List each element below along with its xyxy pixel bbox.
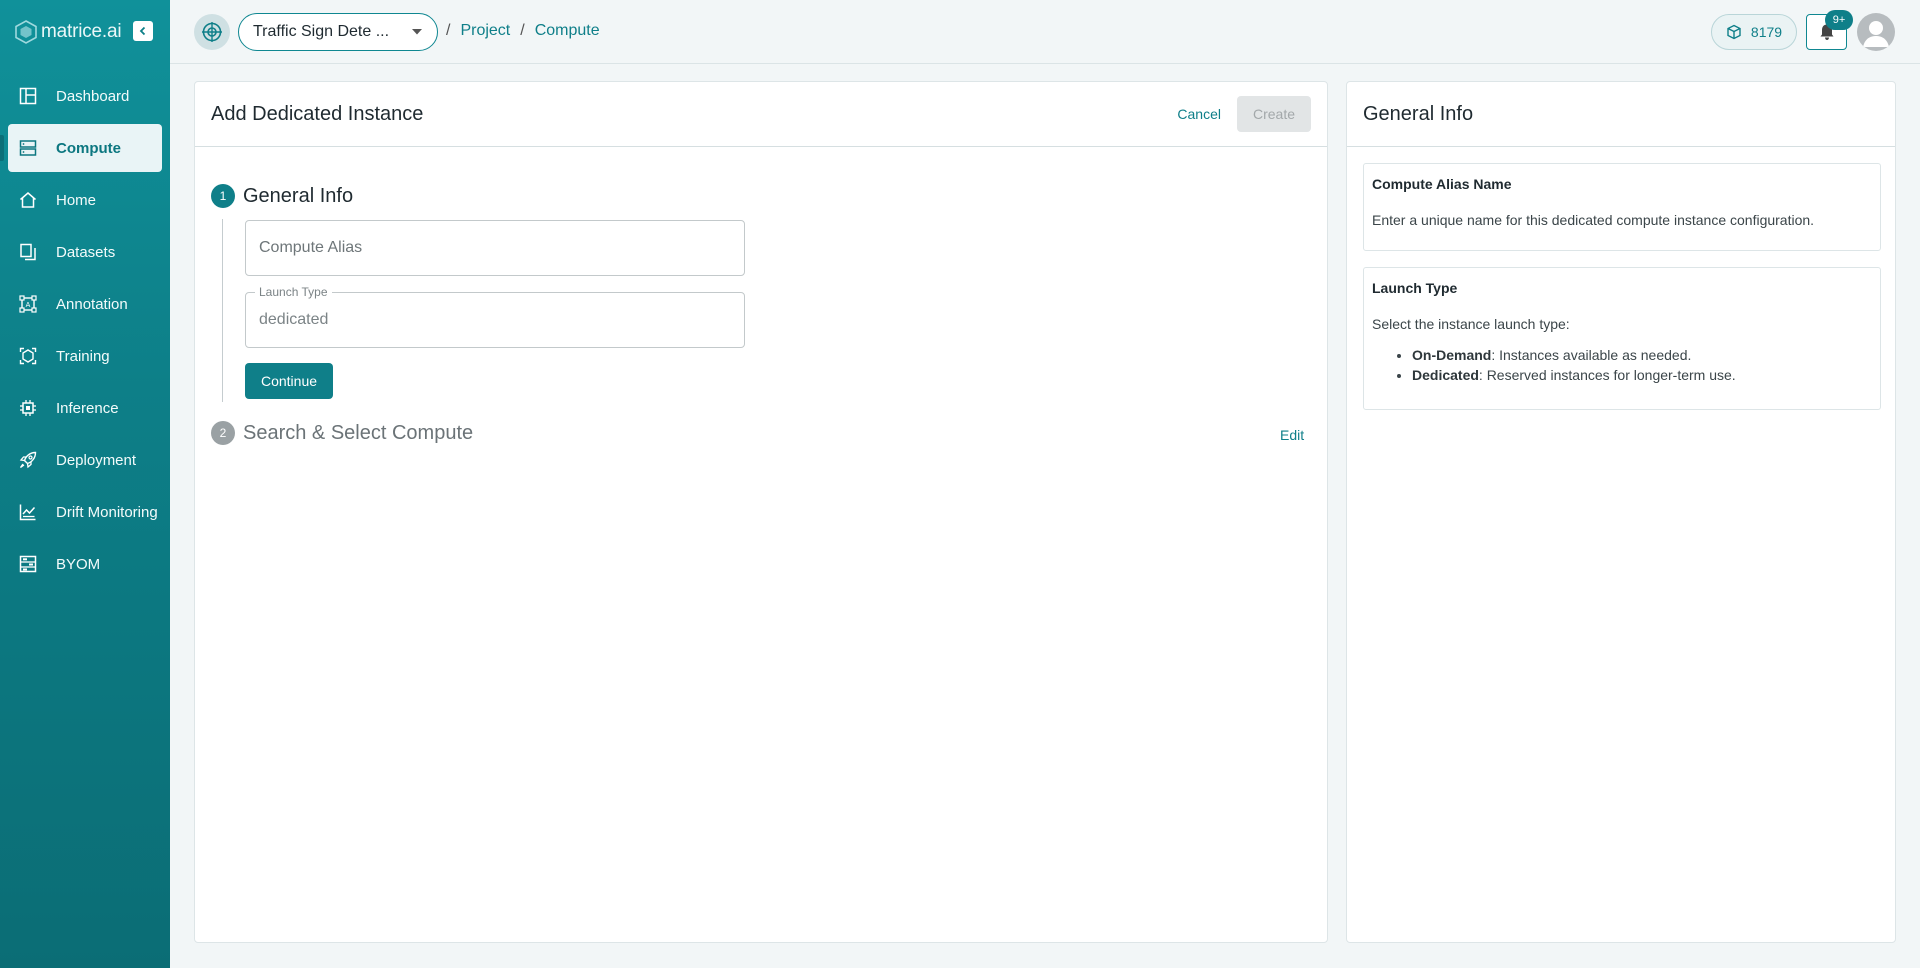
user-avatar[interactable]	[1857, 13, 1895, 51]
sidebar-item-label: Annotation	[56, 295, 128, 313]
cube-icon	[1727, 24, 1741, 40]
breadcrumb-project[interactable]: Project	[460, 22, 510, 40]
user-icon	[1863, 21, 1889, 47]
sidebar-item-label: Compute	[56, 139, 121, 157]
brand-name: matrice.ai	[41, 21, 122, 42]
sidebar-item-training[interactable]: Training	[8, 332, 162, 380]
help-title: Launch Type	[1372, 280, 1458, 296]
notifications-badge: 9+	[1825, 10, 1853, 30]
launch-type-field[interactable]: Launch Type	[245, 285, 745, 348]
list-item: Dedicated: Reserved instances for longer…	[1412, 365, 1872, 385]
sidebar-item-label: Dashboard	[56, 87, 130, 105]
chevron-left-icon	[139, 26, 146, 36]
caret-down-icon	[412, 29, 422, 35]
cancel-button[interactable]: Cancel	[1177, 106, 1221, 122]
continue-button[interactable]: Continue	[245, 363, 333, 399]
launch-type-label: Launch Type	[255, 285, 332, 299]
step-number: 2	[211, 421, 235, 445]
step-general-info: 1 General Info	[211, 184, 353, 208]
breadcrumb-separator: /	[520, 22, 525, 39]
step-search-select-compute[interactable]: 2 Search & Select Compute	[211, 421, 473, 445]
compute-alias-help: Compute Alias Name Enter a unique name f…	[1363, 163, 1881, 251]
sidebar-item-datasets[interactable]: Datasets	[8, 228, 162, 276]
matrice-logo-icon	[15, 20, 37, 44]
inference-icon	[18, 398, 38, 418]
sidebar-item-label: BYOM	[56, 555, 101, 573]
byom-icon	[18, 554, 38, 574]
sidebar-item-label: Datasets	[56, 243, 116, 261]
sidebar-item-dashboard[interactable]: Dashboard	[8, 72, 162, 120]
datasets-icon	[18, 242, 38, 262]
sidebar-item-compute[interactable]: Compute	[0, 124, 162, 172]
edit-step-button[interactable]: Edit	[1280, 427, 1304, 443]
breadcrumb-separator: /	[446, 22, 451, 39]
deployment-icon	[18, 450, 38, 470]
sidebar-item-drift-monitoring[interactable]: Drift Monitoring	[8, 488, 162, 536]
compute-icon	[18, 138, 38, 158]
step-connector	[222, 219, 223, 402]
sidebar-item-inference[interactable]: Inference	[8, 384, 162, 432]
panel-title: General Info	[1363, 102, 1474, 125]
compute-alias-input[interactable]	[246, 221, 744, 275]
breadcrumb-compute[interactable]: Compute	[535, 22, 600, 40]
launch-type-help: Launch Type Select the instance launch t…	[1363, 267, 1881, 410]
option-desc: : Reserved instances for longer-term use…	[1478, 367, 1736, 383]
help-title: Compute Alias Name	[1372, 176, 1512, 192]
sidebar-item-byom[interactable]: BYOM	[8, 540, 162, 588]
top-bar: Traffic Sign Dete ... / Project / Comput…	[170, 0, 1920, 64]
sidebar-item-deployment[interactable]: Deployment	[8, 436, 162, 484]
launch-type-input[interactable]	[246, 293, 744, 347]
breadcrumb: / Project / Compute	[446, 22, 600, 40]
project-icon	[202, 22, 222, 42]
create-button[interactable]: Create	[1237, 96, 1311, 132]
step-title: General Info	[243, 184, 354, 207]
list-item: On-Demand: Instances available as needed…	[1412, 345, 1872, 365]
launch-type-options: On-Demand: Instances available as needed…	[1372, 345, 1872, 385]
project-select-value: Traffic Sign Dete ...	[253, 23, 390, 40]
panel-header: General Info	[1347, 82, 1895, 147]
compute-alias-field[interactable]	[245, 220, 745, 276]
sidebar-item-home[interactable]: Home	[8, 176, 162, 224]
brand[interactable]: matrice.ai	[15, 18, 122, 46]
project-select[interactable]: Traffic Sign Dete ...	[238, 13, 438, 51]
training-icon	[18, 346, 38, 366]
card-header: Add Dedicated Instance Cancel Create	[195, 82, 1327, 147]
option-term: Dedicated	[1412, 367, 1479, 383]
step-number: 1	[211, 184, 235, 208]
sidebar-item-label: Home	[56, 191, 97, 209]
option-desc: : Instances available as needed.	[1491, 347, 1692, 363]
svg-text:A: A	[26, 302, 31, 309]
sidebar-item-annotation[interactable]: A Annotation	[8, 280, 162, 328]
drift-monitoring-icon	[18, 502, 38, 522]
credits-value: 8179	[1750, 24, 1783, 40]
general-info-panel: General Info Compute Alias Name Enter a …	[1346, 81, 1896, 943]
home-icon	[18, 190, 38, 210]
annotation-icon: A	[18, 294, 38, 314]
help-text: Select the instance launch type:	[1372, 316, 1570, 332]
add-instance-card: Add Dedicated Instance Cancel Create 1 G…	[194, 81, 1328, 943]
sidebar-nav: Dashboard Compute Home Datasets A Annota…	[0, 72, 170, 592]
sidebar: matrice.ai Dashboard Compute Home Datase…	[0, 0, 170, 968]
sidebar-item-label: Inference	[56, 399, 119, 417]
project-avatar[interactable]	[194, 14, 230, 50]
sidebar-item-label: Deployment	[56, 451, 137, 469]
sidebar-item-label: Training	[56, 347, 110, 365]
page-title: Add Dedicated Instance	[211, 102, 424, 125]
help-text: Enter a unique name for this dedicated c…	[1372, 212, 1815, 228]
option-term: On-Demand	[1412, 347, 1492, 363]
collapse-sidebar-button[interactable]	[133, 21, 153, 41]
credits-chip[interactable]: 8179	[1711, 14, 1797, 50]
step-title: Search & Select Compute	[243, 421, 474, 444]
dashboard-icon	[18, 86, 38, 106]
sidebar-item-label: Drift Monitoring	[56, 503, 158, 521]
